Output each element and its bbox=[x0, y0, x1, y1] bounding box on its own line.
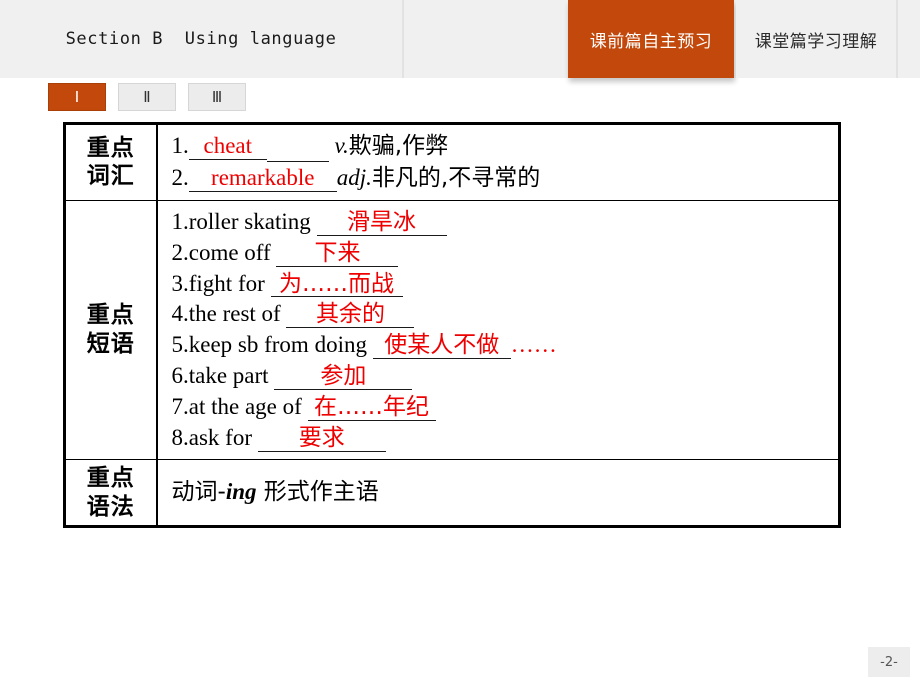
phrase-item-answer: 其余的 bbox=[286, 302, 415, 329]
slide-root: Section B Using language 课前篇自主预习 课堂篇学习理解… bbox=[0, 0, 920, 690]
vocab-item-1-answer: cheat bbox=[188, 133, 267, 160]
phrase-item-answer: 为……而战 bbox=[270, 271, 403, 298]
grammar-text-italic: ing bbox=[225, 479, 257, 505]
phrase-item-number: 5. bbox=[171, 332, 189, 358]
row-content-phrases: 1.roller skating 滑旱冰 2.come off 下来 3.fight… bbox=[156, 199, 840, 460]
phrase-item-answer: 要求 bbox=[257, 426, 386, 452]
pill-section-3[interactable]: Ⅲ bbox=[188, 83, 246, 111]
row-label-line-2: 词汇 bbox=[86, 163, 135, 190]
phrase-item: 4.the rest of 其余的 bbox=[172, 299, 839, 329]
row-label-line-2: 语法 bbox=[86, 493, 135, 520]
phrase-item-english: fight for bbox=[188, 270, 271, 296]
phrase-item: 7.at the age of 在……年纪 bbox=[172, 392, 839, 422]
row-label-phrases: 重点 短语 bbox=[64, 199, 158, 460]
phrase-item-english: roller skating bbox=[188, 208, 317, 234]
row-content-vocabulary: 1. cheat v.欺骗,作弊 2. remarkable adj.非凡的,不寻常的 bbox=[156, 123, 840, 201]
phrase-item: 5.keep sb from doing 使某人不做…… bbox=[172, 330, 839, 360]
page-title: Section B Using language bbox=[65, 29, 337, 49]
phrase-item-answer: 参加 bbox=[274, 364, 413, 391]
grammar-statement: 动词-ing 形式作主语 bbox=[172, 477, 839, 508]
tab-in-class-comprehension[interactable]: 课堂篇学习理解 bbox=[736, 0, 896, 78]
phrase-item-english: come off bbox=[188, 239, 277, 265]
section-pill-group: Ⅰ Ⅱ Ⅲ bbox=[48, 83, 246, 111]
phrase-item-english: the rest of bbox=[188, 301, 287, 327]
phrase-item-number: 6. bbox=[171, 363, 189, 389]
phrase-item-number: 8. bbox=[171, 425, 189, 451]
phrase-item: 6.take part 参加 bbox=[172, 361, 839, 391]
phrase-item-trailing-dots: …… bbox=[510, 332, 557, 358]
row-label-vocabulary: 重点 词汇 bbox=[64, 123, 158, 201]
phrase-item-english: ask for bbox=[188, 425, 258, 451]
phrase-item: 8.ask for 要求 bbox=[172, 423, 839, 453]
phrase-item-number: 2. bbox=[171, 239, 189, 265]
row-label-line-1: 重点 bbox=[86, 302, 135, 329]
phrase-item-english: at the age of bbox=[188, 394, 308, 420]
vocab-item-1: 1. cheat v.欺骗,作弊 bbox=[172, 131, 839, 162]
phrase-item: 2.come off 下来 bbox=[172, 238, 839, 268]
row-content-grammar: 动词-ing 形式作主语 bbox=[156, 458, 840, 528]
tab-pre-class-preview[interactable]: 课前篇自主预习 bbox=[568, 0, 734, 78]
table-row-vocabulary: 重点 词汇 1. cheat v.欺骗,作弊 2. remarkable adj.非凡… bbox=[64, 123, 840, 201]
header-underline bbox=[0, 78, 920, 80]
header-divider-right bbox=[896, 0, 898, 78]
phrase-item-answer: 使某人不做 bbox=[372, 333, 511, 360]
grammar-text-before: 动词- bbox=[171, 479, 226, 506]
phrase-item-number: 4. bbox=[171, 301, 189, 327]
vocab-item-1-blank bbox=[266, 131, 329, 162]
phrase-item: 1.roller skating 滑旱冰 bbox=[172, 207, 839, 237]
vocab-item-2-meaning: 非凡的,不寻常的 bbox=[371, 164, 541, 191]
row-label-line-1: 重点 bbox=[86, 134, 135, 161]
vocab-item-2-answer: remarkable bbox=[188, 165, 337, 192]
phrase-item-answer: 滑旱冰 bbox=[316, 209, 447, 236]
phrase-item-english: take part bbox=[188, 363, 275, 389]
table-row-grammar: 重点 语法 动词-ing 形式作主语 bbox=[64, 458, 840, 528]
phrase-item-number: 3. bbox=[171, 270, 189, 296]
page-number: -2- bbox=[868, 647, 910, 677]
summary-table: 重点 词汇 1. cheat v.欺骗,作弊 2. remarkable adj.非凡… bbox=[63, 122, 841, 529]
pill-section-2[interactable]: Ⅱ bbox=[118, 83, 176, 111]
phrase-item-number: 1. bbox=[171, 208, 189, 234]
phrase-item-number: 7. bbox=[171, 394, 189, 420]
row-label-grammar: 重点 语法 bbox=[64, 458, 158, 528]
vocab-item-1-number: 1. bbox=[171, 133, 189, 158]
grammar-text-after: 形式作主语 bbox=[256, 479, 379, 506]
vocab-item-2-pos: adj. bbox=[336, 164, 372, 190]
table-row-phrases: 重点 短语 1.roller skating 滑旱冰 2.come off 下来 3… bbox=[64, 199, 840, 460]
row-label-line-1: 重点 bbox=[86, 464, 135, 491]
phrase-item-answer: 下来 bbox=[276, 240, 399, 267]
phrase-item-english: keep sb from doing bbox=[188, 332, 373, 358]
phrase-item: 3.fight for 为……而战 bbox=[172, 269, 839, 299]
vocab-item-2-number: 2. bbox=[171, 164, 189, 190]
phrase-item-answer: 在……年纪 bbox=[307, 395, 436, 421]
row-label-line-2: 短语 bbox=[86, 330, 135, 357]
vocab-item-1-pos: v. bbox=[334, 133, 349, 158]
pill-section-1[interactable]: Ⅰ bbox=[48, 83, 106, 111]
vocab-item-2: 2. remarkable adj.非凡的,不寻常的 bbox=[172, 163, 839, 194]
header-divider-left bbox=[402, 0, 404, 78]
vocab-item-1-meaning: 欺骗,作弊 bbox=[348, 133, 449, 159]
